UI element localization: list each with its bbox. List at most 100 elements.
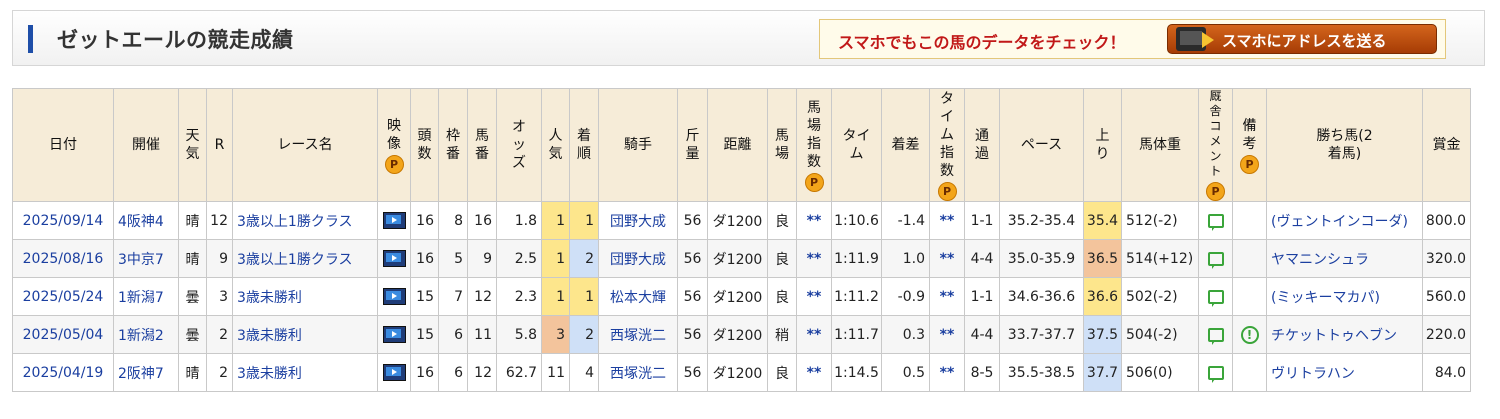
col-track-index: 馬場指数 P [796,88,832,202]
weight-cell: 56 [677,201,708,240]
race-name-link[interactable]: 3歳未勝利 [232,315,378,354]
jockey-link[interactable]: 団野大成 [598,201,678,240]
body-weight-cell: 512(-2) [1121,201,1199,240]
pace-cell: 35.0-35.9 [999,239,1084,278]
comment-icon[interactable] [1207,213,1224,231]
col-weight: 斤量 [677,88,708,202]
margin-cell: -0.9 [881,277,930,316]
video-cell [377,201,411,240]
track-index-cell: ** [796,353,832,392]
date-link[interactable]: 2025/08/16 [12,239,114,278]
body-weight-cell: 506(0) [1121,353,1199,392]
send-to-phone-label: スマホにアドレスを送る [1222,32,1387,50]
winner-link[interactable]: チケットトゥヘブン [1266,315,1423,354]
race-name-link[interactable]: 3歳未勝利 [232,353,378,392]
video-cell [377,315,411,354]
col-heads: 頭数 [410,88,439,202]
col-passing: 通過 [964,88,1000,202]
date-link[interactable]: 2025/05/04 [12,315,114,354]
venue-link[interactable]: 1新潟7 [113,277,179,316]
waku-cell: 6 [438,315,468,354]
col-margin: 着差 [881,88,930,202]
winner-link[interactable]: (ミッキーマカパ) [1266,277,1423,316]
finish-cell: 1 [569,277,599,316]
video-play-icon[interactable] [382,326,406,343]
date-link[interactable]: 2025/04/19 [12,353,114,392]
col-pace: ペース [999,88,1084,202]
col-race: レース名 [232,88,378,202]
send-to-phone-button[interactable]: スマホにアドレスを送る [1167,24,1437,54]
col-umaban: 馬番 [467,88,497,202]
video-play-icon[interactable] [382,288,406,305]
waku-cell: 6 [438,353,468,392]
prize-cell: 220.0 [1422,315,1471,354]
race-name-link[interactable]: 3歳未勝利 [232,277,378,316]
finish-cell: 2 [569,239,599,278]
comment-icon[interactable] [1207,365,1224,383]
pace-cell: 35.5-38.5 [999,353,1084,392]
video-play-icon[interactable] [382,250,406,267]
jockey-link[interactable]: 団野大成 [598,239,678,278]
heads-cell: 15 [410,277,439,316]
venue-link[interactable]: 2阪神7 [113,353,179,392]
heads-cell: 16 [410,239,439,278]
winner-link[interactable]: ヴリトラハン [1266,353,1423,392]
video-cell [377,353,411,392]
date-link[interactable]: 2025/05/24 [12,277,114,316]
popularity-cell: 1 [541,277,570,316]
comment-icon[interactable] [1207,327,1224,345]
race-name-link[interactable]: 3歳以上1勝クラス [232,201,378,240]
jockey-link[interactable]: 松本大輝 [598,277,678,316]
stable-comment-cell [1198,201,1233,240]
finish-cell: 1 [569,201,599,240]
jockey-link[interactable]: 西塚洸二 [598,353,678,392]
venue-link[interactable]: 4阪神4 [113,201,179,240]
weight-cell: 56 [677,277,708,316]
popularity-cell: 3 [541,315,570,354]
time-cell: 1:11.2 [831,277,882,316]
track-cell: 良 [767,353,797,392]
weather-cell: 曇 [178,277,207,316]
video-cell [377,277,411,316]
exclamation-icon[interactable]: ! [1240,325,1259,344]
col-prize: 賞金 [1422,88,1471,202]
video-cell [377,239,411,278]
table-row: 2025/05/24 1新潟7 曇 3 3歳未勝利 15 7 12 2.3 1 … [12,277,1471,316]
col-pop: 人気 [541,88,570,202]
weather-cell: 晴 [178,239,207,278]
remarks-cell: ! [1232,315,1267,354]
jockey-link[interactable]: 西塚洸二 [598,315,678,354]
table-row: 2025/09/14 4阪神4 晴 12 3歳以上1勝クラス 16 8 16 1… [12,201,1471,240]
header-accent-bar [28,25,33,53]
col-last3f: 上り [1083,88,1122,202]
time-index-cell: ** [929,353,965,392]
comment-icon[interactable] [1207,251,1224,269]
col-jockey: 騎手 [598,88,678,202]
video-play-icon[interactable] [382,212,406,229]
odds-cell: 2.3 [496,277,542,316]
time-cell: 1:10.6 [831,201,882,240]
col-finish: 着順 [569,88,599,202]
venue-link[interactable]: 1新潟2 [113,315,179,354]
last3f-cell: 37.5 [1083,315,1122,354]
video-play-icon[interactable] [382,364,406,381]
umaban-cell: 16 [467,201,497,240]
remarks-cell [1232,277,1267,316]
col-weather: 天気 [178,88,207,202]
venue-link[interactable]: 3中京7 [113,239,179,278]
race-name-link[interactable]: 3歳以上1勝クラス [232,239,378,278]
passing-cell: 4-4 [964,239,1000,278]
col-body-weight: 馬体重 [1121,88,1199,202]
umaban-cell: 12 [467,353,497,392]
winner-link[interactable]: ヤマニンシュラ [1266,239,1423,278]
weight-cell: 56 [677,239,708,278]
winner-link[interactable]: (ヴェントインコーダ) [1266,201,1423,240]
col-time-index: タイム指数 P [929,88,965,202]
prize-cell: 84.0 [1422,353,1471,392]
premium-p-icon: P [1240,154,1259,174]
umaban-cell: 9 [467,239,497,278]
time-index-cell: ** [929,277,965,316]
date-link[interactable]: 2025/09/14 [12,201,114,240]
body-weight-cell: 514(+12) [1121,239,1199,278]
comment-icon[interactable] [1207,289,1224,307]
